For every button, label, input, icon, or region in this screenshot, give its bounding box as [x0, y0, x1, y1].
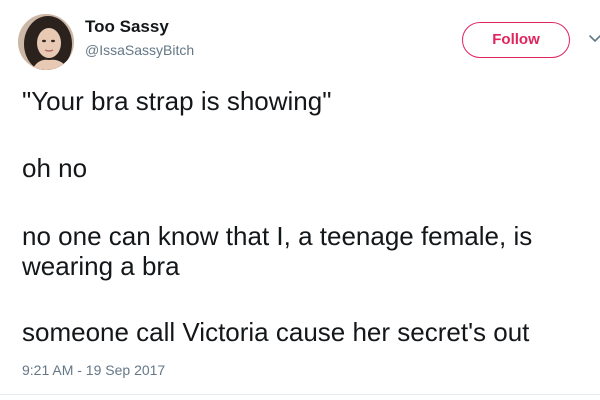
avatar[interactable]: [18, 14, 74, 70]
tweet-text-line: "Your bra strap is showing": [22, 86, 332, 116]
tweet-timestamp[interactable]: 9:21 AM - 19 Sep 2017: [22, 362, 165, 378]
tweet-text-line: someone call Victoria cause her secret's…: [22, 317, 530, 347]
follow-button[interactable]: Follow: [462, 22, 570, 58]
chevron-down-icon[interactable]: [588, 32, 600, 46]
tweet-text-line: no one can know that I, a teenage female…: [22, 221, 533, 251]
tweet-text-line: wearing a bra: [22, 251, 180, 281]
display-name[interactable]: Too Sassy: [85, 17, 169, 37]
tweet-text-line: oh no: [22, 153, 88, 183]
divider: [0, 394, 600, 395]
user-handle[interactable]: @IssaSassyBitch: [85, 42, 194, 58]
avatar-image: [18, 14, 74, 70]
tweet-card: Too Sassy @IssaSassyBitch Follow "Your b…: [0, 0, 600, 400]
